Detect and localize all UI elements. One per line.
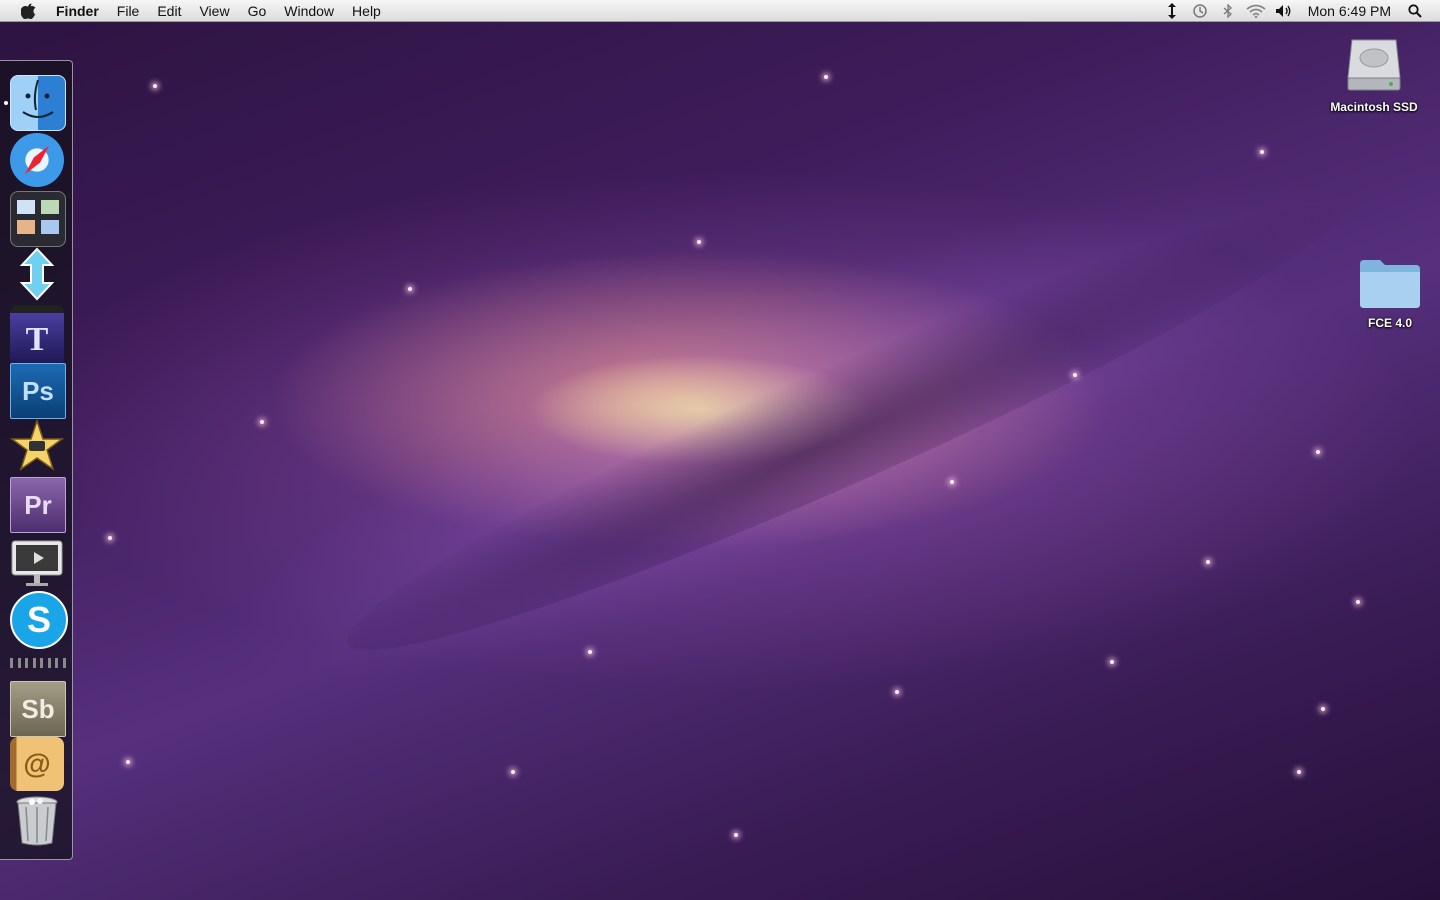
resize-arrows-app-icon[interactable]	[10, 247, 64, 301]
menu-go[interactable]: Go	[239, 0, 276, 22]
soundbooth-icon[interactable]: Sb	[10, 681, 66, 737]
hard-drive-icon	[1344, 34, 1404, 94]
desktop-folder-label: FCE 4.0	[1367, 316, 1412, 330]
menu-file[interactable]: File	[108, 0, 149, 22]
status-area: Mon 6:49 PM	[1158, 0, 1440, 22]
screen-sharing-icon[interactable]	[10, 535, 64, 589]
apple-logo-icon[interactable]	[20, 3, 36, 19]
titles-letter: T	[25, 321, 49, 358]
soundbooth-letters: Sb	[21, 693, 55, 724]
menu-view[interactable]: View	[190, 0, 238, 22]
menu-window[interactable]: Window	[275, 0, 343, 22]
photoshop-icon[interactable]: Ps	[10, 363, 66, 419]
spotlight-search-icon[interactable]	[1404, 0, 1426, 22]
folder-icon	[1358, 256, 1422, 310]
menubar-clock[interactable]: Mon 6:49 PM	[1298, 3, 1401, 19]
desktop-folder-fce[interactable]: FCE 4.0	[1352, 256, 1428, 330]
sync-arrows-icon[interactable]	[1161, 0, 1183, 22]
skype-icon[interactable]: S	[10, 591, 68, 649]
bluetooth-icon[interactable]	[1217, 0, 1239, 22]
dock-separator	[10, 658, 66, 668]
menu-help[interactable]: Help	[343, 0, 390, 22]
time-machine-icon[interactable]	[1189, 0, 1211, 22]
volume-icon[interactable]	[1273, 0, 1295, 22]
mission-control-icon[interactable]	[10, 191, 66, 247]
photoshop-letters: Ps	[22, 375, 54, 406]
desktop-drive-macintosh-ssd[interactable]: Macintosh SSD	[1322, 34, 1426, 114]
wifi-icon[interactable]	[1245, 0, 1267, 22]
dock: T Ps Pr S Sb @	[0, 60, 73, 860]
menu-finder[interactable]: Finder	[50, 0, 108, 22]
desktop-drive-label: Macintosh SSD	[1330, 100, 1418, 114]
premiere-icon[interactable]: Pr	[10, 477, 66, 533]
premiere-letters: Pr	[24, 489, 52, 520]
safari-icon[interactable]	[10, 133, 64, 187]
menu-edit[interactable]: Edit	[148, 0, 190, 22]
menu-bar: Finder File Edit View Go Window Help Mon…	[0, 0, 1440, 22]
skype-letter: S	[26, 599, 51, 640]
titles-app-icon[interactable]: T	[10, 305, 64, 367]
finder-icon[interactable]	[10, 75, 66, 131]
trash-icon[interactable]	[10, 793, 64, 847]
running-indicator	[4, 101, 8, 105]
galaxy-dust-lane	[323, 141, 1377, 699]
imovie-icon[interactable]	[9, 418, 65, 473]
address-book-icon[interactable]: @	[10, 737, 64, 791]
address-book-symbol: @	[23, 748, 51, 779]
